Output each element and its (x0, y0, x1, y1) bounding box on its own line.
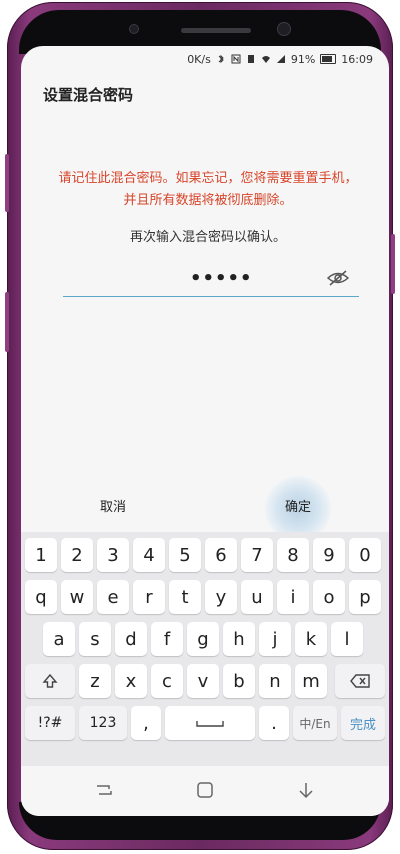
warning-line-2: 并且所有数据将被彻底删除。 (123, 193, 293, 208)
warning-text: 请记住此混合密码。如果忘记，您将需要重置手机， 并且所有数据将被彻底删除。 (43, 168, 373, 212)
warning-line-1: 请记住此混合密码。如果忘记，您将需要重置手机， (58, 171, 358, 186)
iris-sensor (129, 24, 139, 34)
letter-key-f[interactable]: f (151, 622, 183, 656)
letter-key-t[interactable]: t (169, 580, 201, 614)
confirm-button[interactable]: 确定 (248, 486, 348, 530)
letter-key-w[interactable]: w (61, 580, 93, 614)
letter-key-i[interactable]: i (277, 580, 309, 614)
space-key[interactable] (165, 706, 255, 740)
number-key-5[interactable]: 5 (169, 538, 201, 572)
letter-key-d[interactable]: d (115, 622, 147, 656)
letter-key-h[interactable]: h (223, 622, 255, 656)
earpiece (181, 28, 251, 33)
backspace-key[interactable] (335, 664, 385, 698)
language-key[interactable]: 中/En (293, 706, 337, 740)
power-button (391, 234, 395, 294)
symbols-key[interactable]: !?# (25, 706, 75, 740)
clock: 16:09 (341, 52, 373, 66)
period-key[interactable]: . (259, 706, 289, 740)
instruction-text: 再次输入混合密码以确认。 (129, 230, 286, 245)
password-value: ••••• (190, 268, 253, 289)
letter-row-2: asdfghjkl (21, 622, 389, 656)
number-row: 1234567890 (21, 538, 389, 572)
battery-percent: 91% (290, 52, 316, 66)
number-key-0[interactable]: 0 (349, 538, 381, 572)
number-key-1[interactable]: 1 (25, 538, 57, 572)
letter-key-k[interactable]: k (295, 622, 327, 656)
letter-key-m[interactable]: m (295, 664, 327, 698)
cancel-button[interactable]: 取消 (63, 486, 163, 530)
letter-key-j[interactable]: j (259, 622, 291, 656)
letter-key-x[interactable]: x (115, 664, 147, 698)
signal-icon (276, 55, 285, 63)
bixby-button (5, 154, 9, 212)
letter-key-o[interactable]: o (313, 580, 345, 614)
letter-key-n[interactable]: n (259, 664, 291, 698)
space-icon (196, 721, 224, 727)
letter-row-1: qwertyuiop (21, 580, 389, 614)
net-speed: 0K/s (187, 52, 211, 66)
letter-key-v[interactable]: v (187, 664, 219, 698)
letter-key-l[interactable]: l (331, 622, 363, 656)
sim-icon (247, 55, 254, 63)
number-key-4[interactable]: 4 (133, 538, 165, 572)
number-key-7[interactable]: 7 (241, 538, 273, 572)
title-bar: 设置混合密码 (21, 72, 389, 116)
recent-apps-icon[interactable] (93, 780, 115, 800)
bluetooth-icon (218, 54, 224, 64)
nfc-icon (231, 54, 241, 64)
navigation-bar (21, 766, 389, 816)
wifi-icon (261, 56, 270, 63)
comma-key[interactable]: , (131, 706, 161, 740)
letter-key-r[interactable]: r (133, 580, 165, 614)
volume-button (5, 292, 9, 352)
number-key-8[interactable]: 8 (277, 538, 309, 572)
letter-key-u[interactable]: u (241, 580, 273, 614)
letter-key-e[interactable]: e (97, 580, 129, 614)
letter-key-z[interactable]: z (79, 664, 111, 698)
soft-keyboard: 1234567890 qwertyuiop asdfghjkl zxcvbnm … (21, 532, 389, 766)
password-input[interactable]: ••••• (63, 264, 359, 297)
phone-frame: 0K/s 91% 16:09 设置混合密码 请记住此混合密码。如果忘记，您将需要… (5, 2, 395, 850)
screen: 0K/s 91% 16:09 设置混合密码 请记住此混合密码。如果忘记，您将需要… (21, 46, 389, 816)
bottom-row: !?# 123 , . 中/En 完成 (21, 706, 389, 740)
numbers-key[interactable]: 123 (79, 706, 127, 740)
number-key-9[interactable]: 9 (313, 538, 345, 572)
status-bar: 0K/s 91% 16:09 (21, 46, 389, 72)
eye-icon[interactable] (327, 269, 349, 287)
shift-key[interactable] (25, 664, 75, 698)
back-icon[interactable] (295, 780, 317, 800)
letter-key-p[interactable]: p (349, 580, 381, 614)
letter-key-c[interactable]: c (151, 664, 183, 698)
number-key-3[interactable]: 3 (97, 538, 129, 572)
letter-key-s[interactable]: s (79, 622, 111, 656)
letter-key-q[interactable]: q (25, 580, 57, 614)
page-title: 设置混合密码 (43, 86, 134, 104)
number-key-2[interactable]: 2 (61, 538, 93, 572)
shift-icon (42, 673, 58, 688)
letter-key-a[interactable]: a (43, 622, 75, 656)
front-camera (277, 22, 291, 36)
letter-key-g[interactable]: g (187, 622, 219, 656)
home-icon[interactable] (194, 780, 216, 800)
backspace-icon (350, 674, 370, 688)
number-key-6[interactable]: 6 (205, 538, 237, 572)
battery-icon (320, 54, 337, 64)
letter-key-y[interactable]: y (205, 580, 237, 614)
letter-row-3: zxcvbnm (21, 664, 389, 698)
letter-key-b[interactable]: b (223, 664, 255, 698)
done-key[interactable]: 完成 (341, 706, 385, 740)
